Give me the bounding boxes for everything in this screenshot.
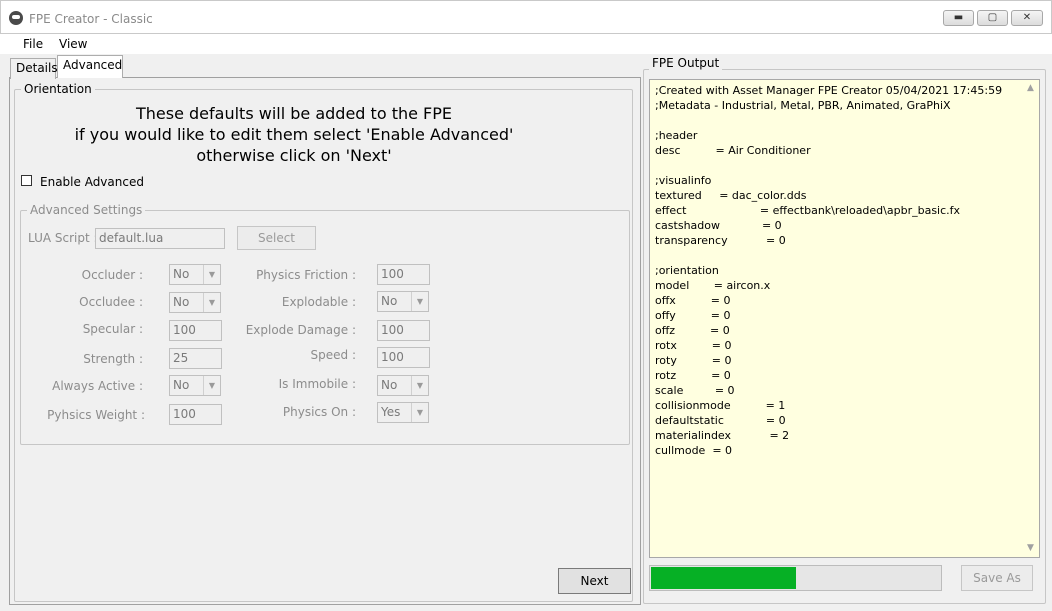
- is-immobile-label: Is Immobile :: [278, 377, 356, 391]
- is-immobile-value: No: [381, 378, 398, 392]
- occluder-label: Occluder :: [81, 268, 143, 282]
- minimize-button[interactable]: ▬: [943, 10, 974, 26]
- save-as-button[interactable]: Save As: [961, 565, 1033, 591]
- always-active-value: No: [173, 378, 190, 392]
- chevron-down-icon: ▼: [411, 403, 428, 422]
- strength-label: Strength :: [83, 352, 143, 366]
- physics-on-value: Yes: [381, 405, 401, 419]
- fpe-output-text: ;Created with Asset Manager FPE Creator …: [655, 84, 1003, 457]
- specular-label: Specular :: [82, 322, 143, 336]
- explode-damage-label: Explode Damage :: [245, 323, 356, 337]
- select-script-button[interactable]: Select: [237, 226, 316, 250]
- close-button[interactable]: ✕: [1011, 10, 1043, 26]
- output-scrollbar[interactable]: ▲ ▼: [1022, 80, 1039, 557]
- lua-script-label: LUA Script :: [28, 231, 98, 245]
- physics-friction-input[interactable]: 100: [377, 264, 430, 285]
- specular-input[interactable]: 100: [169, 320, 222, 341]
- chevron-down-icon: ▼: [203, 265, 220, 284]
- speed-input[interactable]: 100: [377, 347, 430, 368]
- fpe-output-legend: FPE Output: [649, 56, 723, 70]
- occluder-value: No: [173, 267, 190, 281]
- menu-bar: [0, 34, 1052, 54]
- next-button[interactable]: Next: [558, 568, 631, 594]
- fpe-output-textbox[interactable]: ;Created with Asset Manager FPE Creator …: [649, 79, 1040, 558]
- physics-friction-label: Physics Friction :: [256, 268, 356, 282]
- window-title: FPE Creator - Classic: [29, 12, 153, 26]
- physics-on-label: Physics On :: [282, 405, 356, 419]
- app-icon: [9, 11, 23, 25]
- always-active-dropdown[interactable]: No ▼: [169, 375, 221, 396]
- explodable-dropdown[interactable]: No ▼: [377, 291, 429, 312]
- explode-damage-input[interactable]: 100: [377, 320, 430, 341]
- info-message: These defaults will be added to the FPE …: [14, 103, 574, 166]
- occludee-value: No: [173, 295, 190, 309]
- physics-on-dropdown[interactable]: Yes ▼: [377, 402, 429, 423]
- progress-fill: [651, 567, 796, 589]
- chevron-down-icon: ▼: [203, 376, 220, 395]
- explodable-value: No: [381, 294, 398, 308]
- info-line-3: otherwise click on 'Next': [196, 146, 392, 165]
- occludee-dropdown[interactable]: No ▼: [169, 292, 221, 313]
- scroll-down-icon[interactable]: ▼: [1022, 540, 1039, 557]
- enable-advanced-checkbox[interactable]: [21, 175, 32, 186]
- physics-weight-input[interactable]: 100: [169, 404, 222, 425]
- lua-script-input[interactable]: default.lua: [95, 228, 225, 249]
- title-bar: [0, 0, 1052, 34]
- info-line-1: These defaults will be added to the FPE: [136, 104, 452, 123]
- occludee-label: Occludee :: [79, 295, 143, 309]
- is-immobile-dropdown[interactable]: No ▼: [377, 375, 429, 396]
- maximize-button[interactable]: ▢: [977, 10, 1008, 26]
- progress-bar: [649, 565, 942, 591]
- physics-weight-label: Pyhsics Weight :: [47, 408, 145, 422]
- scroll-up-icon[interactable]: ▲: [1022, 80, 1039, 97]
- menu-view[interactable]: View: [59, 37, 87, 51]
- occluder-dropdown[interactable]: No ▼: [169, 264, 221, 285]
- strength-input[interactable]: 25: [169, 348, 222, 369]
- tab-details[interactable]: Details: [10, 58, 58, 79]
- explodable-label: Explodable :: [281, 295, 356, 309]
- menu-file[interactable]: File: [23, 37, 43, 51]
- chevron-down-icon: ▼: [411, 376, 428, 395]
- enable-advanced-label: Enable Advanced: [40, 175, 144, 189]
- tab-advanced[interactable]: Advanced: [57, 55, 123, 78]
- chevron-down-icon: ▼: [203, 293, 220, 312]
- chevron-down-icon: ▼: [411, 292, 428, 311]
- info-line-2: if you would like to edit them select 'E…: [74, 125, 514, 144]
- orientation-legend: Orientation: [21, 82, 95, 96]
- advanced-settings-legend: Advanced Settings: [27, 203, 146, 217]
- speed-label: Speed :: [310, 348, 356, 362]
- always-active-label: Always Active :: [52, 379, 143, 393]
